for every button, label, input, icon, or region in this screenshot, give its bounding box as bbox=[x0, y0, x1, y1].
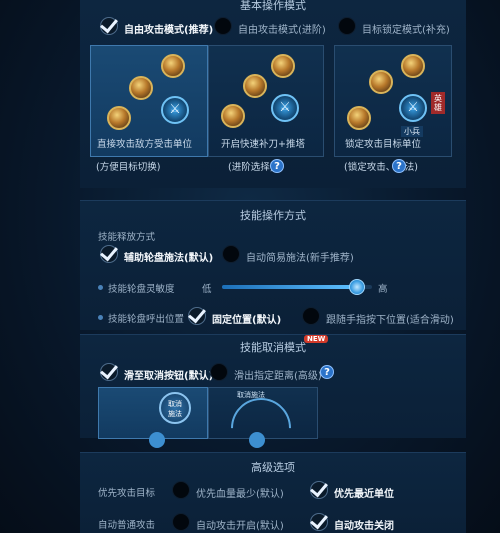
cancel-help-icon[interactable]: ? bbox=[320, 365, 334, 379]
attack-skill-icon: ⚔ bbox=[399, 94, 427, 122]
auto-attack-option-1-check[interactable] bbox=[172, 513, 190, 531]
advanced-title: 高级选项 bbox=[251, 461, 295, 474]
skill-wheel-icon bbox=[149, 432, 165, 448]
bullet-dot bbox=[98, 285, 103, 290]
card-2-desc-line1: 开启快速补刀+推塔 bbox=[221, 139, 305, 150]
attack-skill-icon: ⚔ bbox=[271, 94, 299, 122]
hero-avatar-icon bbox=[129, 76, 153, 100]
priority-option-2-label[interactable]: 优先最近单位 bbox=[334, 485, 394, 500]
basic-option-3-check[interactable] bbox=[338, 17, 356, 35]
card-3-desc-line2: (锁定攻击、施法) bbox=[344, 162, 418, 173]
position-option-1-check[interactable] bbox=[188, 307, 206, 325]
basic-mode-panel: 基本操作模式 自由攻击模式(推荐) 自由攻击模式(进阶) 目标锁定模式(补充) … bbox=[80, 0, 466, 188]
sensitivity-low: 低 bbox=[202, 284, 212, 295]
skill-op-panel: 技能操作方式 技能释放方式 辅助轮盘施法(默认) 自动简易施法(新手推荐) 技能… bbox=[80, 200, 466, 330]
card-1-desc-line1: 直接攻击敌方受击单位 bbox=[97, 139, 193, 150]
basic-option-1-label[interactable]: 自由攻击模式(推荐) bbox=[124, 21, 213, 36]
position-option-2-label[interactable]: 跟随手指按下位置(适合滑动) bbox=[326, 311, 454, 326]
sensitivity-slider-knob[interactable] bbox=[349, 279, 365, 295]
hero-avatar-icon bbox=[221, 104, 245, 128]
cancel-card-distance[interactable]: 取消施法 bbox=[208, 385, 318, 471]
basic-mode-title: 基本操作模式 bbox=[240, 0, 306, 12]
release-option-2-check[interactable] bbox=[222, 245, 240, 263]
new-badge: NEW bbox=[304, 335, 329, 343]
hero-avatar-icon bbox=[271, 54, 295, 78]
auto-attack-option-1-label[interactable]: 自动攻击开启(默认) bbox=[196, 517, 284, 532]
priority-option-1-check[interactable] bbox=[172, 481, 190, 499]
basic-option-2-label[interactable]: 自由攻击模式(进阶) bbox=[238, 21, 326, 36]
auto-attack-label: 自动普通攻击 bbox=[98, 520, 156, 531]
card-2-help-icon[interactable]: ? bbox=[270, 159, 284, 173]
attack-skill-icon: ⚔ bbox=[161, 96, 189, 124]
sensitivity-label: 技能轮盘灵敏度 bbox=[108, 284, 175, 295]
wheel-position-label: 技能轮盘呼出位置 bbox=[108, 314, 185, 325]
auto-attack-option-2-label[interactable]: 自动攻击关闭 bbox=[334, 517, 394, 532]
advanced-panel: 高级选项 优先攻击目标 优先血量最少(默认) 优先最近单位 自动普通攻击 自动攻… bbox=[80, 452, 466, 533]
basic-card-free-attack[interactable]: ⚔ 直接攻击敌方受击单位 bbox=[90, 45, 208, 157]
hero-avatar-icon bbox=[347, 106, 371, 130]
position-option-1-label[interactable]: 固定位置(默认) bbox=[212, 311, 281, 326]
cancel-mode-title: 技能取消模式 bbox=[240, 341, 306, 354]
card-3-help-icon[interactable]: ? bbox=[392, 159, 406, 173]
release-mode-label: 技能释放方式 bbox=[98, 232, 156, 243]
cancel-cast-button: 取消施法 bbox=[159, 392, 191, 424]
skill-wheel-icon bbox=[249, 432, 265, 448]
hero-avatar-icon bbox=[369, 70, 393, 94]
hero-badge: 英雄 bbox=[431, 92, 445, 114]
priority-target-label: 优先攻击目标 bbox=[98, 488, 156, 499]
cancel-option-1-label[interactable]: 滑至取消按钮(默认) bbox=[124, 367, 213, 382]
card-1-desc-line2: (方便目标切换) bbox=[96, 162, 161, 173]
cancel-cast-text: 取消施法 bbox=[168, 400, 182, 418]
hero-avatar-icon bbox=[243, 74, 267, 98]
cancel-card-button[interactable]: 取消施法 bbox=[98, 387, 208, 448]
cancel-option-2-label[interactable]: 滑出指定距离(高级) bbox=[234, 367, 322, 382]
release-option-1-label[interactable]: 辅助轮盘施法(默认) bbox=[124, 249, 213, 264]
hero-avatar-icon bbox=[107, 106, 131, 130]
release-option-2-label[interactable]: 自动简易施法(新手推荐) bbox=[246, 249, 354, 264]
hero-avatar-icon bbox=[401, 54, 425, 78]
cancel-option-1-check[interactable] bbox=[100, 363, 118, 381]
basic-option-3-label[interactable]: 目标锁定模式(补充) bbox=[362, 21, 450, 36]
hero-avatar-icon bbox=[161, 54, 185, 78]
minion-badge: 小兵 bbox=[401, 126, 423, 137]
release-option-1-check[interactable] bbox=[100, 245, 118, 263]
card-3-desc-line1: 锁定攻击目标单位 bbox=[345, 139, 422, 150]
auto-attack-option-2-check[interactable] bbox=[310, 513, 328, 531]
card-2-desc-line2: (进阶选择) bbox=[228, 162, 274, 173]
basic-option-2-check[interactable] bbox=[214, 17, 232, 35]
sensitivity-slider-fill bbox=[222, 285, 357, 289]
basic-card-advanced-attack[interactable]: ⚔ 开启快速补刀+推塔 bbox=[208, 45, 324, 157]
basic-card-target-lock[interactable]: ⚔ 小兵 英雄 锁定攻击目标单位 bbox=[334, 45, 452, 157]
sensitivity-slider-track[interactable] bbox=[222, 279, 372, 295]
skill-op-title: 技能操作方式 bbox=[240, 209, 306, 222]
basic-option-1-check[interactable] bbox=[100, 17, 118, 35]
cancel-option-2-check[interactable] bbox=[210, 363, 228, 381]
bullet-dot bbox=[98, 315, 103, 320]
position-option-2-check[interactable] bbox=[302, 307, 320, 325]
sensitivity-high: 高 bbox=[378, 284, 388, 295]
priority-option-2-check[interactable] bbox=[310, 481, 328, 499]
priority-option-1-label[interactable]: 优先血量最少(默认) bbox=[196, 485, 284, 500]
cancel-mode-panel: 技能取消模式 NEW 滑至取消按钮(默认) 滑出指定距离(高级) ? 取消施法 … bbox=[80, 334, 466, 471]
